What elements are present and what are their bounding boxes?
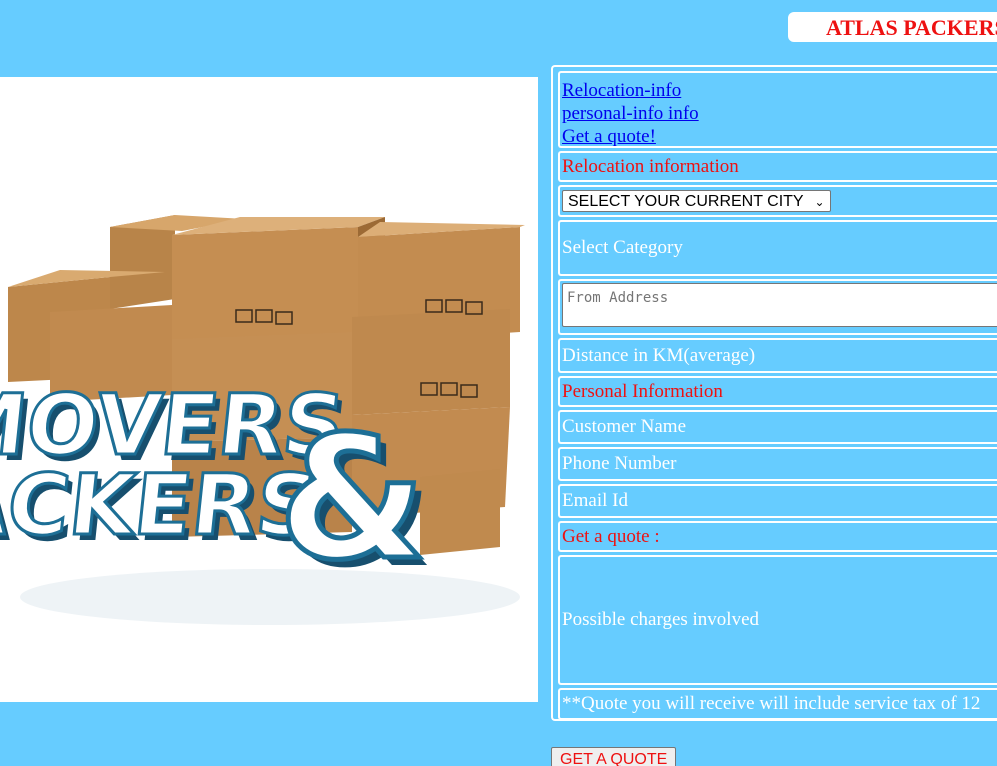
hero-image: MOVERS MOVERS PACKERS PACKERS & & xyxy=(0,77,538,702)
category-cell[interactable]: Select Category xyxy=(558,220,997,276)
charges-label: Possible charges involved xyxy=(562,609,760,630)
phone-label: Phone Number xyxy=(562,453,677,474)
from-address-cell: From Address xyxy=(558,279,997,335)
customer-name-label: Customer Name xyxy=(562,416,687,437)
nav-link-personal-info[interactable]: personal-info info xyxy=(562,102,997,125)
quote-heading-cell: Get a quote : xyxy=(558,521,997,552)
city-select[interactable]: SELECT YOUR CURRENT CITY ⌄ xyxy=(562,190,831,212)
email-label: Email Id xyxy=(562,490,628,511)
email-cell[interactable]: Email Id xyxy=(558,484,997,518)
charges-cell: Possible charges involved xyxy=(558,555,997,685)
category-label: Select Category xyxy=(562,237,683,258)
relocation-heading-cell: Relocation information xyxy=(558,151,997,182)
quote-heading: Get a quote : xyxy=(562,526,660,547)
from-address-placeholder: From Address xyxy=(567,290,669,306)
personal-heading: Personal Information xyxy=(562,381,723,402)
city-select-value: SELECT YOUR CURRENT CITY xyxy=(568,193,804,210)
personal-heading-cell: Personal Information xyxy=(558,376,997,407)
tax-note-cell: **Quote you will receive will include se… xyxy=(558,688,997,720)
chevron-down-icon: ⌄ xyxy=(814,195,825,209)
page: ATLAS PACKERS MOVERS MOVERS PACKERS PACK… xyxy=(0,0,997,766)
phone-cell[interactable]: Phone Number xyxy=(558,447,997,481)
customer-name-cell[interactable]: Customer Name xyxy=(558,410,997,444)
city-select-cell: SELECT YOUR CURRENT CITY ⌄ xyxy=(558,185,997,217)
get-quote-button[interactable]: GET A QUOTE xyxy=(551,747,677,766)
relocation-heading: Relocation information xyxy=(562,156,739,177)
site-title: ATLAS PACKERS xyxy=(826,15,997,40)
form-nav: Relocation-info personal-info info Get a… xyxy=(558,71,997,148)
distance-label: Distance in KM(average) xyxy=(562,345,756,366)
distance-cell[interactable]: Distance in KM(average) xyxy=(558,338,997,373)
relocation-form: Relocation-info personal-info info Get a… xyxy=(551,65,997,721)
from-address-input[interactable]: From Address xyxy=(562,283,997,327)
tax-note: **Quote you will receive will include se… xyxy=(562,693,981,714)
nav-link-get-quote[interactable]: Get a quote! xyxy=(562,125,997,146)
movers-packers-illustration: MOVERS MOVERS PACKERS PACKERS & & xyxy=(0,215,525,625)
title-banner: ATLAS PACKERS xyxy=(788,12,997,42)
svg-text:&: & xyxy=(278,400,426,598)
nav-link-relocation-info[interactable]: Relocation-info xyxy=(562,79,997,102)
svg-text:PACKERS: PACKERS xyxy=(0,456,322,554)
